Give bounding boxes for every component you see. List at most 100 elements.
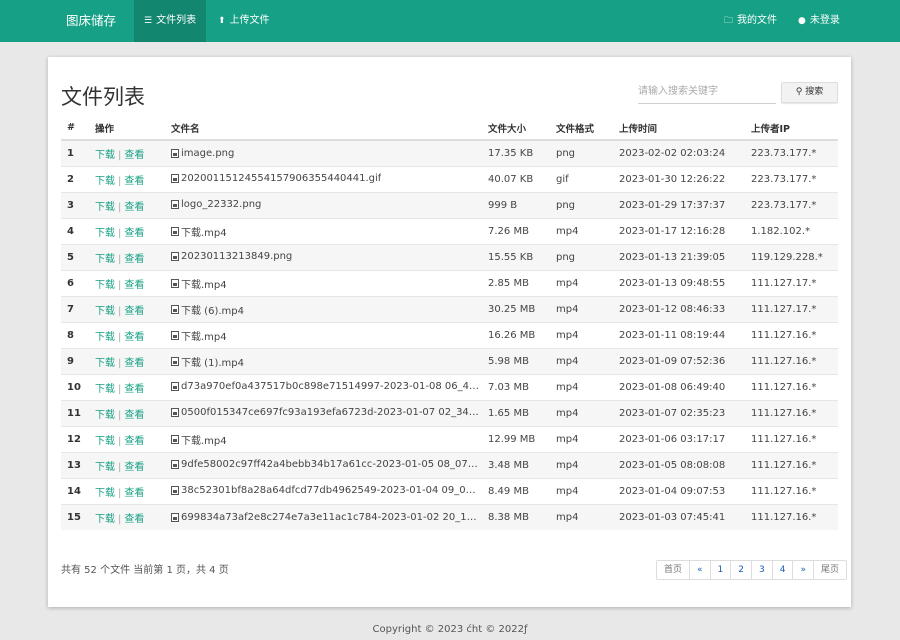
page-last[interactable]: 尾页: [812, 561, 846, 579]
upload-icon: ⬆: [218, 16, 226, 26]
row-format: mp4: [550, 373, 613, 400]
row-filesize: 17.35 KB: [482, 139, 550, 166]
row-index: 4: [61, 217, 89, 244]
header-uploader-ip: 上传者IP: [745, 116, 838, 141]
view-link[interactable]: 查看: [124, 254, 144, 265]
page-2[interactable]: 2: [730, 561, 751, 579]
brand-logo[interactable]: 图床储存: [66, 0, 116, 42]
action-separator: |: [118, 305, 122, 317]
nav-login[interactable]: ● 未登录: [788, 0, 850, 42]
file-icon: [171, 278, 179, 288]
row-upload-time: 2023-01-12 08:46:33: [613, 295, 745, 322]
table-row: 7 下载 | 查看 下载 (6).mp4 30.25 MB mp4 2023-01-12 08…: [61, 295, 838, 322]
nav-upload[interactable]: ⬆ 上传文件: [208, 0, 280, 42]
row-filesize: 7.26 MB: [482, 217, 550, 244]
row-index: 15: [61, 503, 89, 530]
row-uploader-ip: 111.127.16.*: [745, 321, 838, 348]
action-separator: |: [118, 409, 122, 421]
row-index: 1: [61, 139, 89, 166]
footer-copyright: Copyright © 2023 ćht © 2022ƒ: [372, 624, 528, 635]
view-link[interactable]: 查看: [124, 462, 144, 473]
nav-file-list-label: 文件列表: [156, 15, 197, 26]
page-3[interactable]: 3: [751, 561, 772, 579]
nav-my-files[interactable]: 🗀 我的文件: [714, 0, 787, 42]
view-link[interactable]: 查看: [124, 280, 144, 291]
row-filename: image.png: [165, 139, 482, 166]
table-row: 4 下载 | 查看 下载.mp4 7.26 MB mp4 2023-01-17 12:16:2…: [61, 217, 838, 244]
download-link[interactable]: 下载: [95, 306, 115, 317]
action-separator: |: [118, 227, 122, 239]
row-actions: 下载 | 查看: [89, 451, 165, 478]
row-filename: logo_22332.png: [165, 191, 482, 218]
row-actions: 下载 | 查看: [89, 399, 165, 426]
filename-text: 下载.mp4: [181, 227, 227, 239]
download-link[interactable]: 下载: [95, 410, 115, 421]
view-link[interactable]: 查看: [124, 202, 144, 213]
row-format: mp4: [550, 451, 613, 478]
nav-upload-label: 上传文件: [229, 15, 270, 26]
row-actions: 下载 | 查看: [89, 243, 165, 270]
view-link[interactable]: 查看: [124, 150, 144, 161]
search-button-label: 搜索: [805, 87, 824, 97]
download-link[interactable]: 下载: [95, 384, 115, 395]
view-link[interactable]: 查看: [124, 488, 144, 499]
page-next[interactable]: »: [792, 561, 813, 579]
file-icon: [171, 434, 179, 444]
row-actions: 下载 | 查看: [89, 191, 165, 218]
page-4[interactable]: 4: [771, 561, 793, 579]
row-actions: 下载 | 查看: [89, 139, 165, 166]
row-actions: 下载 | 查看: [89, 269, 165, 296]
page-prev[interactable]: «: [689, 561, 710, 579]
search-input[interactable]: [638, 80, 776, 104]
row-filesize: 999 B: [482, 191, 550, 218]
download-link[interactable]: 下载: [95, 436, 115, 447]
download-link[interactable]: 下载: [95, 176, 115, 187]
row-format: gif: [550, 165, 613, 192]
nav-file-list[interactable]: ☰ 文件列表: [134, 0, 207, 42]
row-uploader-ip: 223.73.177.*: [745, 191, 838, 218]
table-row: 2 下载 | 查看 20200115124554157906355440441.gif 4…: [61, 165, 838, 192]
page-1[interactable]: 1: [709, 561, 731, 579]
page-first[interactable]: 首页: [657, 561, 689, 579]
download-link[interactable]: 下载: [95, 488, 115, 499]
page-title: 文件列表: [61, 85, 145, 109]
file-icon: [171, 460, 179, 470]
download-link[interactable]: 下载: [95, 280, 115, 291]
view-link[interactable]: 查看: [124, 228, 144, 239]
view-link[interactable]: 查看: [124, 306, 144, 317]
row-index: 12: [61, 425, 89, 452]
search-button[interactable]: ⚲ 搜索: [781, 82, 838, 103]
row-uploader-ip: 111.127.16.*: [745, 477, 838, 504]
header-filename: 文件名: [165, 116, 482, 141]
view-link[interactable]: 查看: [124, 358, 144, 369]
view-link[interactable]: 查看: [124, 410, 144, 421]
row-filesize: 30.25 MB: [482, 295, 550, 322]
row-uploader-ip: 119.129.228.*: [745, 243, 838, 270]
row-filename: 38c52301bf8a28a64dfcd77db4962549-2023-01…: [165, 477, 482, 504]
view-link[interactable]: 查看: [124, 514, 144, 525]
row-upload-time: 2023-01-13 09:48:55: [613, 269, 745, 296]
view-link[interactable]: 查看: [124, 176, 144, 187]
table-row: 13 下载 | 查看 9dfe58002c97ff42a4bebb34b17a61cc-…: [61, 451, 838, 478]
download-link[interactable]: 下载: [95, 202, 115, 213]
row-upload-time: 2023-01-17 12:16:28: [613, 217, 745, 244]
view-link[interactable]: 查看: [124, 436, 144, 447]
row-uploader-ip: 111.127.17.*: [745, 269, 838, 296]
view-link[interactable]: 查看: [124, 384, 144, 395]
download-link[interactable]: 下载: [95, 254, 115, 265]
download-link[interactable]: 下载: [95, 514, 115, 525]
row-filename: 下载 (6).mp4: [165, 295, 482, 322]
file-icon: [171, 512, 179, 522]
download-link[interactable]: 下载: [95, 462, 115, 473]
row-index: 5: [61, 243, 89, 270]
action-separator: |: [118, 435, 122, 447]
row-uploader-ip: 111.127.16.*: [745, 399, 838, 426]
download-link[interactable]: 下载: [95, 332, 115, 343]
download-link[interactable]: 下载: [95, 150, 115, 161]
search-icon: ⚲: [795, 87, 803, 97]
view-link[interactable]: 查看: [124, 332, 144, 343]
row-format: mp4: [550, 425, 613, 452]
row-uploader-ip: 111.127.16.*: [745, 503, 838, 530]
download-link[interactable]: 下载: [95, 228, 115, 239]
download-link[interactable]: 下载: [95, 358, 115, 369]
